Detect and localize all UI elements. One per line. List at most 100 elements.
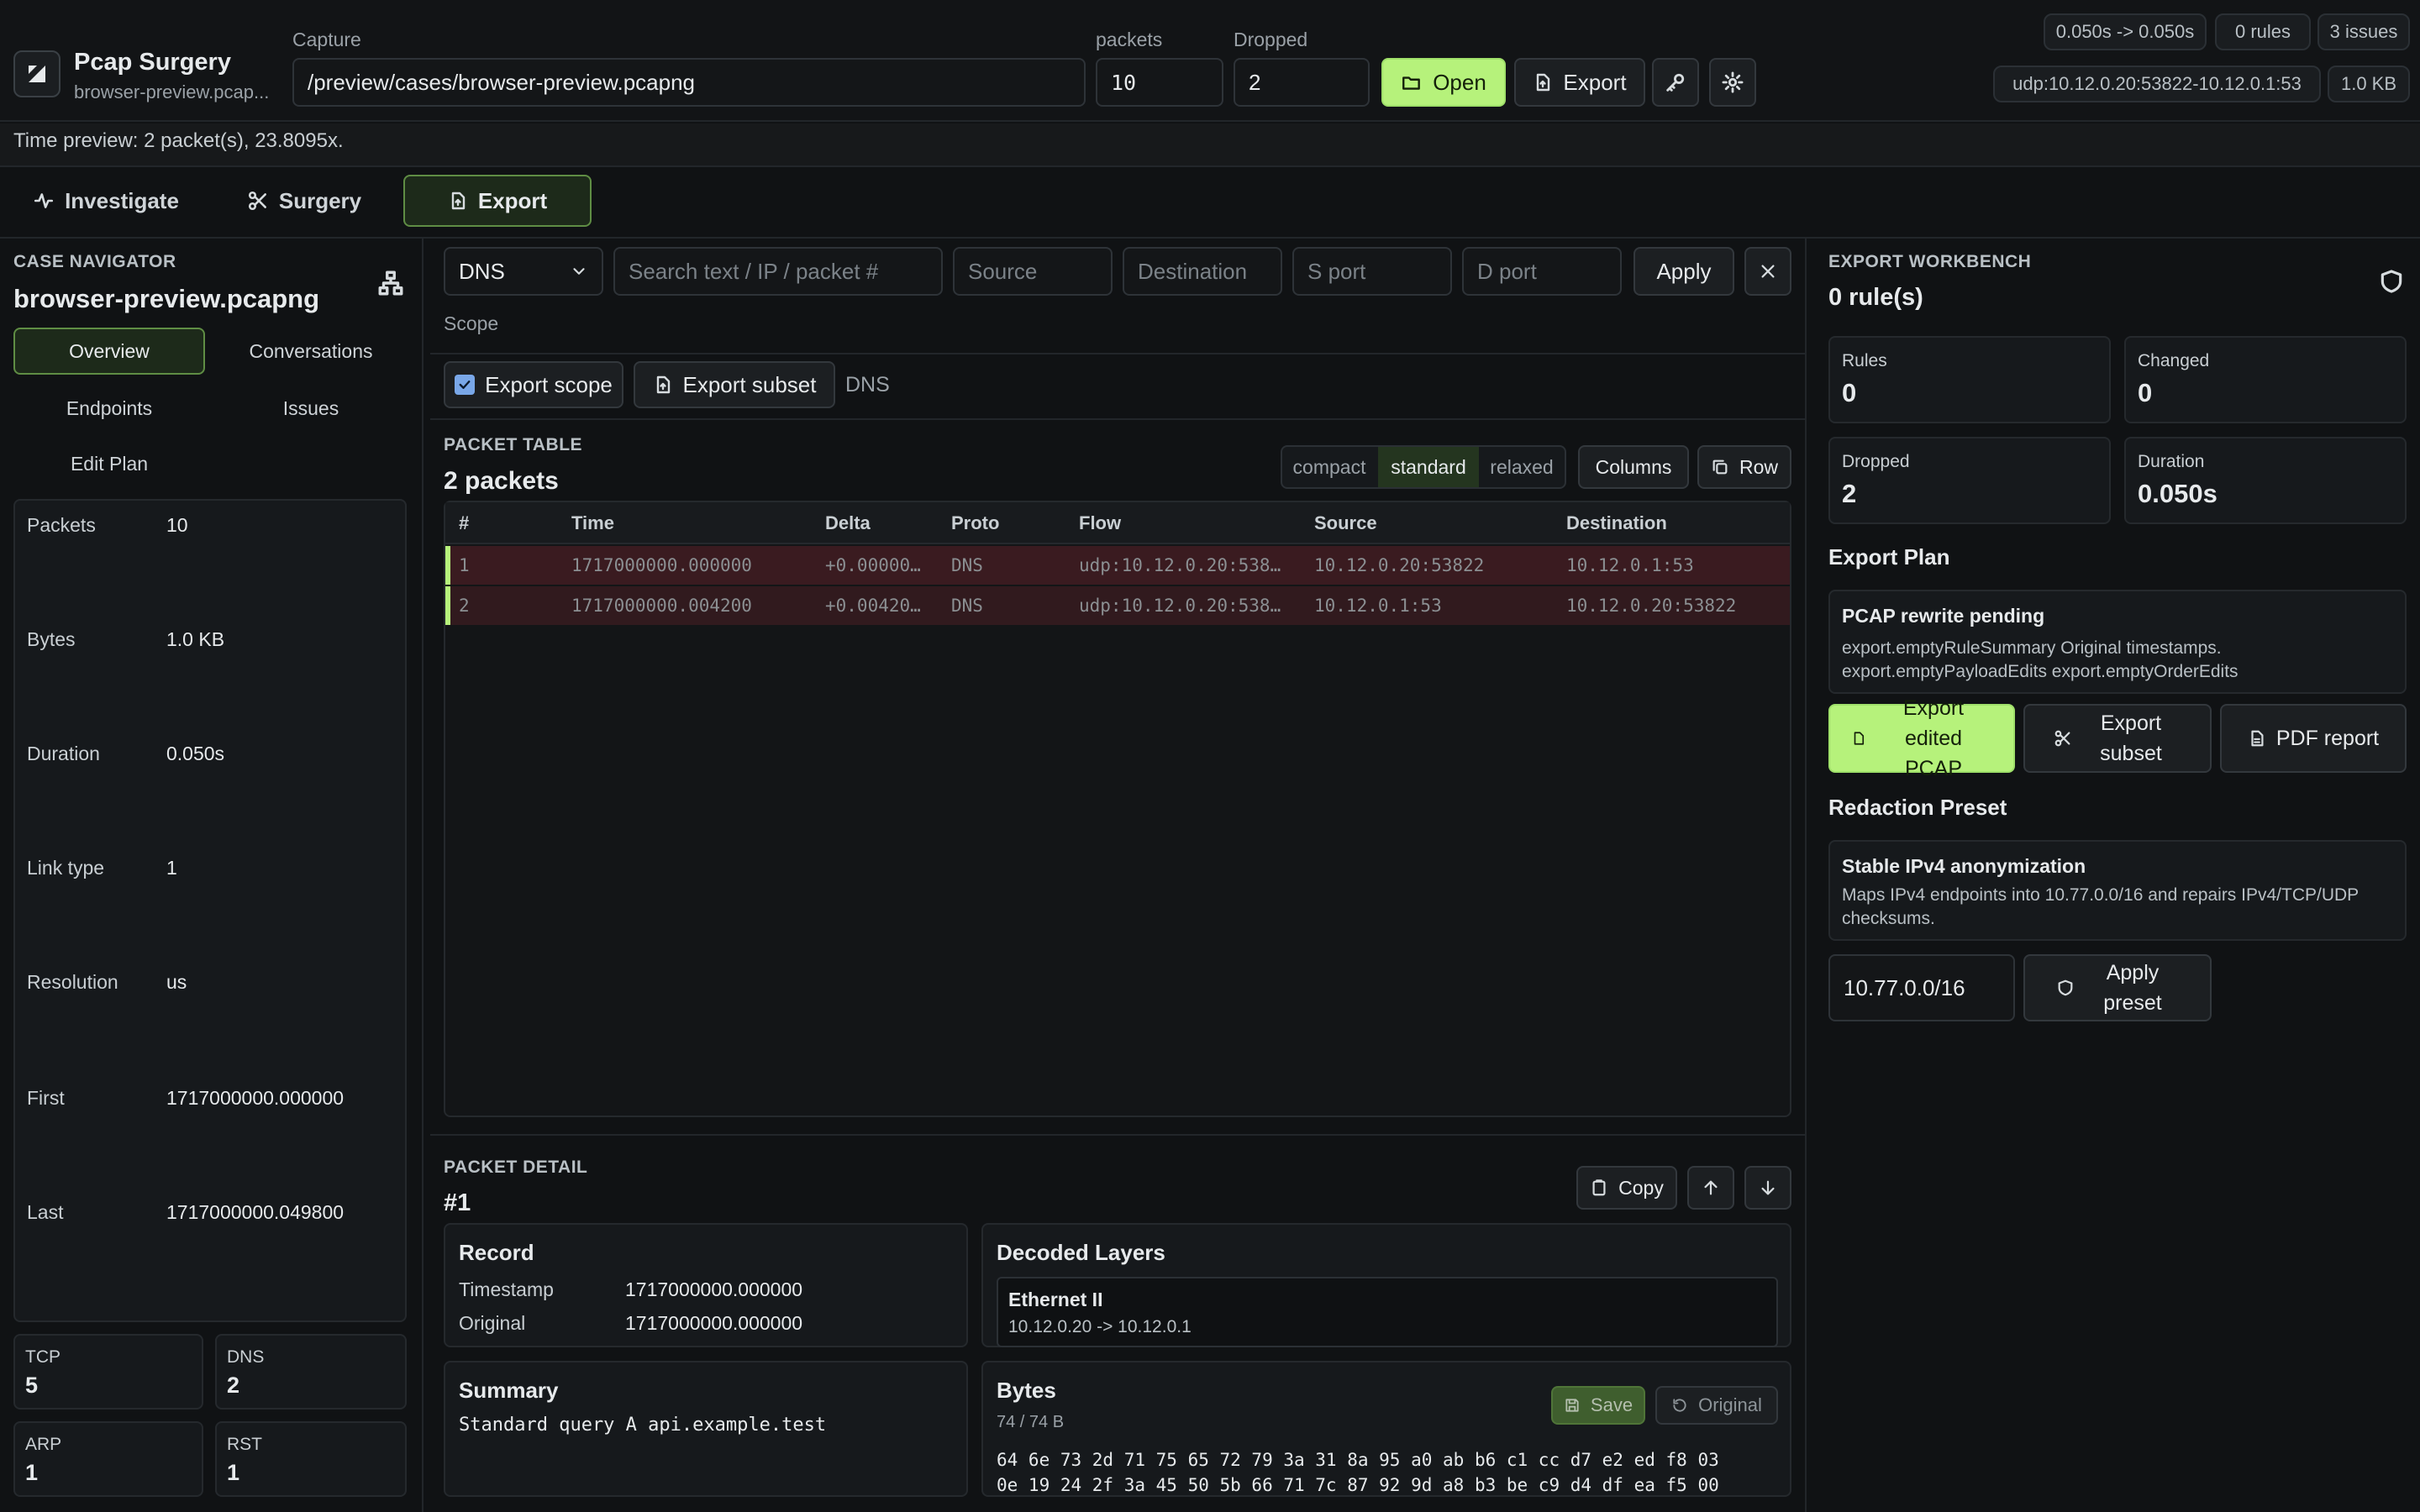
tab-export-label: Export — [477, 187, 548, 213]
subnet-input[interactable]: 10.77.0.0/16 — [1828, 954, 2015, 1021]
settings-button[interactable] — [1709, 58, 1756, 107]
protocol-count-arp[interactable]: ARP 1 — [13, 1421, 203, 1497]
column-header[interactable]: Delta — [825, 512, 871, 534]
stat-value: us — [166, 971, 187, 993]
time-range-badge: 0.050s -> 0.050s — [2044, 13, 2207, 50]
previous-packet-button[interactable] — [1687, 1166, 1734, 1210]
bytes-card: Bytes 74 / 74 B Save Original 64 6e 73 2… — [981, 1361, 1791, 1497]
cell-proto: DNS — [951, 555, 983, 575]
protocol-count-tcp[interactable]: TCP 5 — [13, 1334, 203, 1410]
metric-label: Duration — [2138, 452, 2205, 471]
shield-icon — [2058, 979, 2073, 996]
scissors-icon — [248, 191, 266, 211]
timestamp-value: 1717000000.000000 — [625, 1278, 803, 1300]
column-header[interactable]: Time — [571, 512, 614, 534]
metric-dropped: Dropped 2 — [1828, 437, 2111, 524]
open-button-label: Open — [1433, 69, 1486, 95]
protocol-count-dns[interactable]: DNS 2 — [215, 1334, 407, 1410]
tab-investigate[interactable]: Investigate — [13, 176, 198, 225]
density-standard[interactable]: standard — [1378, 447, 1479, 487]
nav-tab-conversations[interactable]: Conversations — [215, 328, 407, 375]
open-button[interactable]: Open — [1381, 58, 1506, 107]
tab-surgery-label: Surgery — [278, 187, 362, 213]
column-header[interactable]: Flow — [1079, 512, 1121, 534]
density-relaxed[interactable]: relaxed — [1479, 447, 1565, 487]
table-row[interactable]: 2 1717000000.004200 +0.00420… DNS udp:10… — [445, 586, 1790, 625]
export-subset-button[interactable]: Export subset — [2023, 704, 2212, 773]
cell-source: 10.12.0.1:53 — [1314, 596, 1442, 616]
cell-destination: 10.12.0.20:53822 — [1566, 596, 1737, 616]
packet-detail-divider — [430, 1134, 1805, 1136]
original-bytes-button[interactable]: Original — [1655, 1386, 1778, 1425]
column-header[interactable]: Proto — [951, 512, 999, 534]
source-filter-input[interactable]: Source — [953, 247, 1113, 296]
cell-delta: +0.00000… — [825, 555, 921, 575]
stat-label: Last — [27, 1201, 64, 1223]
clear-filter-button[interactable] — [1744, 247, 1791, 296]
nav-tab-overview[interactable]: Overview — [13, 328, 205, 375]
export-scope-toggle[interactable]: Export scope — [444, 361, 623, 408]
dropped-label: Dropped — [1234, 29, 1308, 50]
shield-icon-button[interactable] — [2378, 267, 2405, 296]
tab-surgery[interactable]: Surgery — [229, 176, 380, 225]
density-compact[interactable]: compact — [1282, 447, 1376, 487]
row-button[interactable]: Row — [1697, 445, 1791, 489]
activity-icon — [34, 193, 54, 208]
export-subset-scope-button[interactable]: Export subset — [634, 361, 835, 408]
row-button-label: Row — [1739, 455, 1778, 478]
export-button[interactable]: Export — [1514, 58, 1645, 107]
protocol-select-value: DNS — [459, 258, 505, 284]
save-bytes-button[interactable]: Save — [1551, 1386, 1645, 1425]
packets-input[interactable]: 10 — [1096, 58, 1223, 107]
pdf-report-button[interactable]: PDF report — [2220, 704, 2407, 773]
metric-rules: Rules 0 — [1828, 336, 2111, 423]
nav-tab-issues[interactable]: Issues — [215, 385, 407, 432]
column-header[interactable]: Destination — [1566, 512, 1667, 534]
destination-port-input[interactable]: D port — [1462, 247, 1622, 296]
metric-label: Dropped — [1842, 452, 1910, 471]
protocol-count-rst[interactable]: RST 1 — [215, 1421, 407, 1497]
redaction-preset-card[interactable]: Stable IPv4 anonymization Maps IPv4 endp… — [1828, 840, 2407, 941]
table-row[interactable]: 1 1717000000.000000 +0.00000… DNS udp:10… — [445, 546, 1790, 585]
protocol-select[interactable]: DNS — [444, 247, 603, 296]
key-button[interactable] — [1652, 58, 1699, 107]
nav-tab-edit-plan[interactable]: Edit Plan — [13, 440, 205, 487]
close-icon — [1761, 265, 1775, 278]
source-port-input[interactable]: S port — [1292, 247, 1452, 296]
record-title: Record — [459, 1240, 534, 1265]
layer-item[interactable]: Ethernet II 10.12.0.20 -> 10.12.0.1 — [997, 1277, 1778, 1347]
protocol-label: DNS — [227, 1347, 265, 1367]
copy-packet-button[interactable]: Copy — [1576, 1166, 1677, 1210]
timestamp-label: Timestamp — [459, 1278, 554, 1300]
capture-path-input[interactable]: /preview/cases/browser-preview.pcapng — [292, 58, 1086, 107]
issues-badge[interactable]: 3 issues — [2317, 13, 2410, 50]
search-input[interactable]: Search text / IP / packet # — [613, 247, 943, 296]
cell-delta: +0.00420… — [825, 596, 921, 616]
dropped-input[interactable]: 2 — [1234, 58, 1370, 107]
checkbox-checked-icon[interactable] — [455, 375, 476, 395]
destination-filter-input[interactable]: Destination — [1123, 247, 1282, 296]
topology-icon-button[interactable] — [376, 269, 405, 297]
export-subset-label: Export subset — [2100, 711, 2162, 765]
original-bytes-label: Original — [1698, 1394, 1762, 1415]
nav-tab-endpoints[interactable]: Endpoints — [13, 385, 205, 432]
protocol-value: 5 — [25, 1373, 39, 1398]
original-value: 1717000000.000000 — [625, 1312, 803, 1334]
tab-export[interactable]: Export — [403, 175, 592, 227]
export-scope-label: Export scope — [485, 371, 613, 397]
export-button-label: Export — [1563, 69, 1627, 95]
rules-badge: 0 rules — [2215, 13, 2311, 50]
next-packet-button[interactable] — [1744, 1166, 1791, 1210]
export-edited-pcap-button[interactable]: Export edited PCAP — [1828, 696, 2015, 780]
apply-preset-button[interactable]: Apply preset — [2023, 954, 2212, 1021]
original-label: Original — [459, 1312, 526, 1334]
stat-value: 1 — [166, 857, 177, 879]
metric-value: 0 — [1842, 378, 1857, 407]
scissors-icon — [2054, 730, 2070, 747]
column-header[interactable]: # — [459, 512, 469, 534]
save-bytes-label: Save — [1590, 1394, 1634, 1415]
protocol-value: 1 — [227, 1460, 240, 1485]
columns-button[interactable]: Columns — [1578, 445, 1689, 489]
apply-filter-button[interactable]: Apply — [1634, 247, 1734, 296]
column-header[interactable]: Source — [1314, 512, 1377, 534]
